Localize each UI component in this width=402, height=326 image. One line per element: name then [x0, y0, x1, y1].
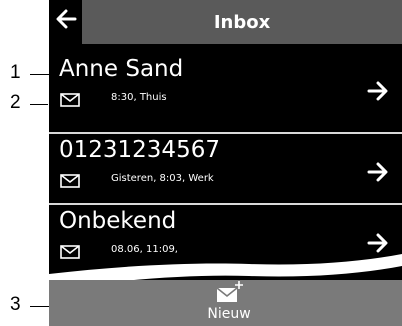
callout-number-3: 3 [10, 294, 21, 315]
callout-line-2 [30, 104, 48, 105]
callout-number-1: 1 [10, 62, 21, 83]
phone-screen: Inbox Anne Sand 8:30, Thuis 01231234567 … [49, 0, 402, 326]
new-message-label: Nieuw [207, 306, 251, 322]
new-message-icon [216, 281, 243, 302]
callout-number-2: 2 [10, 92, 21, 113]
new-message-button[interactable]: Nieuw [184, 276, 274, 326]
